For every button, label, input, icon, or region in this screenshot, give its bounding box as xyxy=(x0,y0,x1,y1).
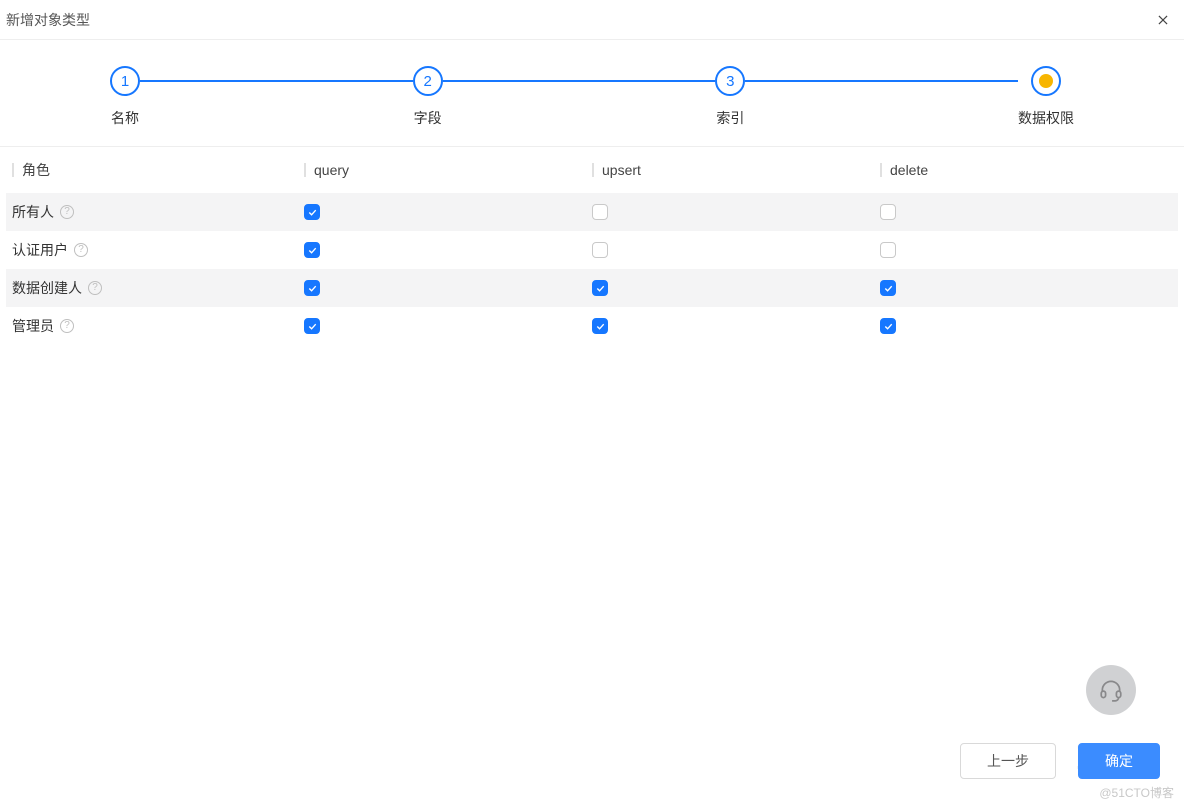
button-label: 确定 xyxy=(1105,751,1133,771)
query-checkbox[interactable] xyxy=(304,242,320,258)
modal-title: 新增对象类型 xyxy=(6,10,90,30)
step-2[interactable]: 2 字段 xyxy=(413,66,443,128)
th-label: 角色 xyxy=(22,160,50,180)
query-checkbox[interactable] xyxy=(304,318,320,334)
query-checkbox[interactable] xyxy=(304,204,320,220)
th-label: delete xyxy=(890,162,928,178)
delete-checkbox[interactable] xyxy=(880,280,896,296)
th-label: upsert xyxy=(602,162,641,178)
delete-cell xyxy=(880,280,1178,296)
headset-icon xyxy=(1098,677,1124,703)
step-number: 1 xyxy=(121,73,129,90)
step-circle: 2 xyxy=(413,66,443,96)
step-line xyxy=(140,80,413,82)
role-cell: 所有人? xyxy=(12,202,304,222)
prev-button[interactable]: 上一步 xyxy=(960,743,1056,779)
step-active-dot-icon xyxy=(1039,74,1053,88)
ok-button[interactable]: 确定 xyxy=(1078,743,1160,779)
th-delete: delete xyxy=(880,162,1178,178)
help-icon[interactable]: ? xyxy=(88,281,102,295)
upsert-checkbox[interactable] xyxy=(592,204,608,220)
table-row: 所有人? xyxy=(6,193,1178,231)
delete-checkbox[interactable] xyxy=(880,318,896,334)
upsert-checkbox[interactable] xyxy=(592,242,608,258)
help-icon[interactable]: ? xyxy=(60,205,74,219)
stepper: 1 名称 2 字段 3 索引 数据权限 xyxy=(0,40,1184,147)
role-label: 管理员 xyxy=(12,316,54,336)
th-label: query xyxy=(314,162,349,178)
role-cell: 管理员? xyxy=(12,316,304,336)
step-circle: 3 xyxy=(715,66,745,96)
role-label: 数据创建人 xyxy=(12,278,82,298)
table-row: 数据创建人? xyxy=(6,269,1178,307)
delete-cell xyxy=(880,204,1178,220)
table-row: 认证用户? xyxy=(6,231,1178,269)
role-cell: 数据创建人? xyxy=(12,278,304,298)
delete-cell xyxy=(880,318,1178,334)
step-circle: 1 xyxy=(110,66,140,96)
upsert-cell xyxy=(592,204,880,220)
upsert-cell xyxy=(592,280,880,296)
upsert-checkbox[interactable] xyxy=(592,318,608,334)
step-line xyxy=(443,80,716,82)
upsert-cell xyxy=(592,318,880,334)
step-number: 3 xyxy=(726,73,734,90)
step-label: 数据权限 xyxy=(1018,108,1074,128)
step-4-active[interactable]: 数据权限 xyxy=(1018,66,1074,128)
step-1[interactable]: 1 名称 xyxy=(110,66,140,128)
help-icon[interactable]: ? xyxy=(60,319,74,333)
query-cell xyxy=(304,242,592,258)
step-circle xyxy=(1031,66,1061,96)
upsert-checkbox[interactable] xyxy=(592,280,608,296)
button-label: 上一步 xyxy=(987,751,1029,771)
th-role: 角色 xyxy=(12,160,304,180)
step-label: 索引 xyxy=(716,108,744,128)
table-header-row: 角色 query upsert delete xyxy=(6,147,1178,193)
th-query: query xyxy=(304,162,592,178)
watermark-text: @51CTO博客 xyxy=(1099,784,1174,801)
modal-header: 新增对象类型 xyxy=(0,0,1184,40)
support-button[interactable] xyxy=(1086,665,1136,715)
delete-checkbox[interactable] xyxy=(880,204,896,220)
th-upsert: upsert xyxy=(592,162,880,178)
help-icon[interactable]: ? xyxy=(74,243,88,257)
delete-checkbox[interactable] xyxy=(880,242,896,258)
role-label: 认证用户 xyxy=(12,240,68,260)
query-cell xyxy=(304,204,592,220)
step-label: 字段 xyxy=(414,108,442,128)
role-label: 所有人 xyxy=(12,202,54,222)
query-cell xyxy=(304,280,592,296)
query-cell xyxy=(304,318,592,334)
close-icon[interactable] xyxy=(1154,11,1172,29)
step-label: 名称 xyxy=(111,108,139,128)
permissions-table: 角色 query upsert delete 所有人?认证用户?数据创建人?管理… xyxy=(0,147,1184,345)
step-3[interactable]: 3 索引 xyxy=(715,66,745,128)
delete-cell xyxy=(880,242,1178,258)
upsert-cell xyxy=(592,242,880,258)
role-cell: 认证用户? xyxy=(12,240,304,260)
query-checkbox[interactable] xyxy=(304,280,320,296)
footer-actions: 上一步 确定 xyxy=(960,743,1160,779)
table-row: 管理员? xyxy=(6,307,1178,345)
step-line xyxy=(745,80,1018,82)
step-number: 2 xyxy=(424,73,432,90)
